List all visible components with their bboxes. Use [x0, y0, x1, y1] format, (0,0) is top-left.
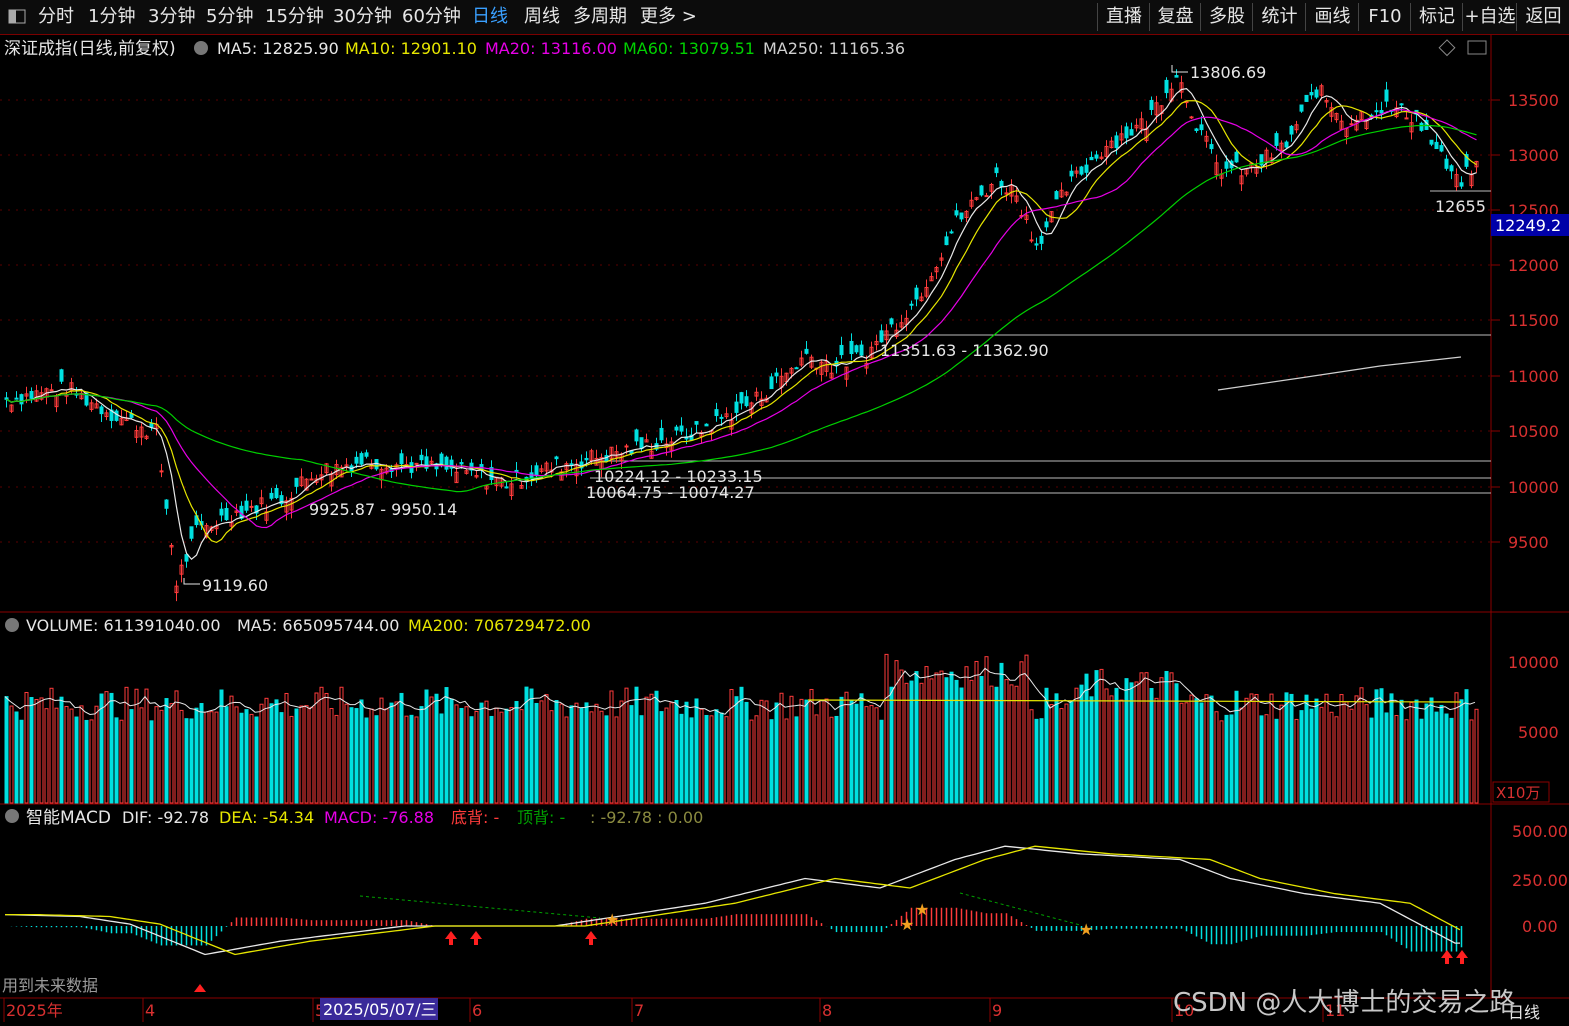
price-tick: 12000	[1508, 256, 1559, 275]
period-tab-7[interactable]: 日线	[472, 0, 508, 34]
low-pointer	[183, 578, 200, 585]
date-tick: 6	[472, 1001, 482, 1020]
period-tab-3[interactable]: 5分钟	[206, 0, 253, 34]
volume-title: VOLUME: 611391040.00	[26, 616, 221, 635]
window-icon[interactable]	[1467, 40, 1487, 55]
date-tick: 4	[145, 1001, 155, 1020]
runner-icon: ★	[605, 910, 619, 929]
low-annotation: 9119.60	[202, 576, 268, 595]
ma-legend-item: MA60: 13079.51	[623, 39, 755, 58]
up-arrow-icon	[445, 931, 457, 945]
ma-legend-item: MA10: 12901.10	[345, 39, 477, 58]
panel-frames	[0, 34, 1569, 999]
chart-title: 深证成指(日线,前复权)	[4, 39, 176, 59]
toolbar-button-6[interactable]: 标记	[1410, 3, 1463, 31]
ma-legend-item: MA5: 12825.90	[217, 39, 339, 58]
period-tab-0[interactable]: 分时	[38, 0, 74, 34]
period-tab-10[interactable]: 更多 >	[640, 0, 697, 34]
top-toolbar: 分时 1分钟 3分钟 5分钟 15分钟 30分钟 60分钟 日线 周线 多周期 更多 > 直播 复盘多…	[0, 0, 1569, 35]
period-tab-9[interactable]: 多周期	[573, 0, 627, 34]
volume-toggle-icon[interactable]	[5, 618, 19, 632]
future-data-label: 用到未来数据	[2, 976, 98, 995]
cursor-date: 2025/05/07/三	[323, 1000, 437, 1019]
up-arrow-icon	[470, 931, 482, 945]
period-tab-6[interactable]: 60分钟	[402, 0, 461, 34]
macd-axis-500: 500.00	[1512, 822, 1568, 841]
price-tick: 10000	[1508, 478, 1559, 497]
toolbar-button-8[interactable]: 返回	[1516, 3, 1569, 31]
volume-ma5: MA5: 665095744.00	[237, 616, 399, 635]
macd-title: 智能MACD	[26, 808, 111, 828]
price-tick: 11000	[1508, 367, 1559, 386]
toolbar-button-5[interactable]: F10	[1358, 3, 1411, 31]
zone-annotation-4: 11351.63 - 11362.90	[880, 341, 1049, 360]
price-axis: 1350013000125001200011500110001050010000…	[1491, 91, 1559, 552]
date-tick: 8	[822, 1001, 832, 1020]
buy-signal-icon	[194, 984, 206, 992]
runner-icon: ★	[900, 915, 914, 934]
period-tab-5[interactable]: 30分钟	[333, 0, 392, 34]
date-tick: 7	[634, 1001, 644, 1020]
price-tick: 10500	[1508, 422, 1559, 441]
ma-legend: MA5: 12825.90 MA10: 12901.10 MA20: 13116.0…	[217, 39, 905, 58]
price-tick: 13500	[1508, 91, 1559, 110]
high-annotation: 13806.69	[1190, 63, 1266, 82]
macd-top-divergence: 顶背: -	[517, 808, 565, 827]
toolbar-button-7[interactable]: +自选	[1462, 3, 1517, 31]
price-tick: 13000	[1508, 146, 1559, 165]
period-tab-2[interactable]: 3分钟	[148, 0, 195, 34]
settings-toggle-icon[interactable]	[194, 41, 208, 55]
ma-legend-item: MA20: 13116.00	[485, 39, 617, 58]
volume-unit: X10万	[1496, 784, 1540, 802]
toolbar-button-1[interactable]: 复盘	[1149, 3, 1201, 31]
macd-axis-0: 0.00	[1522, 917, 1558, 936]
toolbar-button-0[interactable]: 直播	[1097, 3, 1150, 31]
volume-axis-10000: 10000	[1508, 653, 1559, 672]
date-axis: 2025年4567891011	[3, 998, 1345, 1022]
toolbar-button-3[interactable]: 统计	[1252, 3, 1306, 31]
ma-legend-item: MA250: 11165.36	[763, 39, 905, 58]
period-tab-4[interactable]: 15分钟	[265, 0, 324, 34]
macd-extra: : -92.78 : 0.00	[590, 808, 703, 827]
date-tick: 9	[992, 1001, 1002, 1020]
period-tab-8[interactable]: 周线	[524, 0, 560, 34]
zone-annotation-1: 9925.87 - 9950.14	[309, 500, 457, 519]
recent-low-annotation: 12655	[1435, 197, 1486, 216]
price-tick: 9500	[1508, 533, 1549, 552]
price-tick: 11500	[1508, 311, 1559, 330]
diamond-icon[interactable]	[1438, 39, 1456, 57]
macd-value: MACD: -76.88	[324, 808, 434, 827]
volume-bars	[4, 653, 1479, 804]
runner-icon: ★	[915, 900, 929, 919]
macd-toggle-icon[interactable]	[5, 809, 19, 823]
macd-bottom-divergence: 底背: -	[451, 808, 499, 827]
period-tab-1[interactable]: 1分钟	[88, 0, 135, 34]
up-arrow-icon	[585, 931, 597, 945]
volume-ma200: MA200: 706729472.00	[408, 616, 591, 635]
current-price: 12249.2	[1495, 216, 1561, 235]
watermark: CSDN @人大博士的交易之路	[1173, 988, 1516, 1018]
macd-dea: DEA: -54.34	[219, 808, 314, 827]
date-tick: 2025年	[6, 1001, 63, 1020]
signal-arrows: ★ ★★★	[194, 900, 1468, 992]
toolbar-button-2[interactable]: 多股	[1200, 3, 1253, 31]
macd-axis-250: 250.00	[1512, 871, 1568, 890]
layout-toggle-icon[interactable]	[6, 0, 30, 34]
high-pointer	[1171, 65, 1188, 73]
runner-icon: ★	[1079, 920, 1093, 939]
macd-histogram	[4, 845, 1463, 956]
macd-dif: DIF: -92.78	[122, 808, 209, 827]
volume-axis-5000: 5000	[1518, 723, 1559, 742]
up-arrow-icon	[1441, 950, 1453, 964]
toolbar-button-4[interactable]: 画线	[1305, 3, 1359, 31]
zone-annotation-3: 10064.75 - 10074.27	[586, 483, 755, 502]
stock-chart[interactable]: ★ ★★★ 深证成指(日线,前复权) MA5: 12825.90 MA10: 129…	[0, 0, 1569, 1026]
up-arrow-icon	[1456, 950, 1468, 964]
